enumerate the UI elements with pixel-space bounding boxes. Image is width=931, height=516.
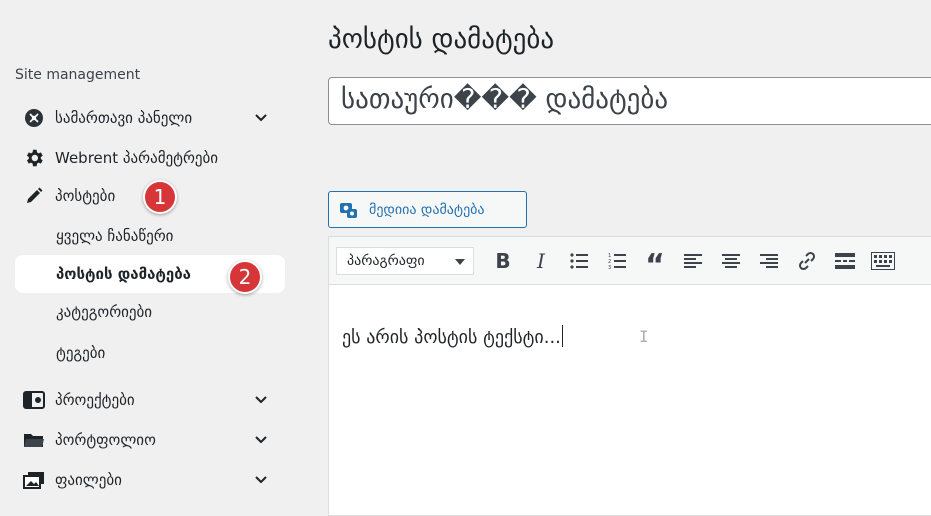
folder-icon xyxy=(23,429,45,451)
sidebar-item-portfolio[interactable]: პორტფოლიო xyxy=(15,421,285,459)
text-caret xyxy=(561,325,563,347)
format-select[interactable]: პარაგრაფი xyxy=(336,246,474,275)
keyboard-icon[interactable] xyxy=(866,244,900,278)
sidebar-item-label: პროექტები xyxy=(55,391,135,409)
chevron-down-icon[interactable] xyxy=(251,108,271,128)
step-badge-1: 1 xyxy=(143,180,177,214)
sidebar-item-projects[interactable]: პროექტები xyxy=(15,381,285,419)
align-right-icon[interactable] xyxy=(752,244,786,278)
editor-content[interactable]: ეს არის პოსტის ტექსტი... xyxy=(342,325,563,348)
editor-toolbar: პარაგრაფი B I 123 “ xyxy=(329,237,931,285)
bullet-list-icon[interactable] xyxy=(562,244,596,278)
sidebar-item-label: ფაილები xyxy=(55,471,122,489)
sidebar-subitem-tags[interactable]: ტეგები xyxy=(15,334,285,372)
main-content: პოსტის დამატება სათაური��� დამატება მედი… xyxy=(300,0,931,516)
pencil-icon xyxy=(23,185,45,207)
sidebar: Site management სამართავი პანელი Webrent… xyxy=(0,0,300,501)
sidebar-item-dashboard[interactable]: სამართავი პანელი xyxy=(15,99,285,137)
editor-text: ეს არის პოსტის ტექსტი... xyxy=(342,327,561,348)
align-center-icon[interactable] xyxy=(714,244,748,278)
add-media-button[interactable]: მედიია დამატება xyxy=(328,191,527,228)
gear-icon xyxy=(23,147,45,169)
sidebar-heading: Site management xyxy=(15,67,141,83)
sidebar-item-webrent-settings[interactable]: Webrent პარამეტრები xyxy=(15,139,285,177)
projects-icon xyxy=(23,389,45,411)
blockquote-icon[interactable]: “ xyxy=(638,244,672,283)
sidebar-item-media[interactable]: ფაილები xyxy=(15,461,285,499)
format-select-value: პარაგრაფი xyxy=(347,252,425,269)
page-title: პოსტის დამატება xyxy=(328,24,555,55)
chevron-down-icon[interactable] xyxy=(251,470,271,490)
dashboard-icon xyxy=(23,107,45,129)
add-media-icon xyxy=(339,199,361,221)
svg-text:3: 3 xyxy=(608,265,611,270)
sidebar-item-label: სამართავი პანელი xyxy=(55,109,193,127)
step-badge-2: 2 xyxy=(228,260,262,294)
sidebar-subitem-all-posts[interactable]: ყველა ჩანაწერი xyxy=(15,217,285,255)
sidebar-item-label: პორტფოლიო xyxy=(55,431,156,449)
align-left-icon[interactable] xyxy=(676,244,710,278)
sidebar-item-label: Webrent პარამეტრები xyxy=(55,149,219,167)
caret-down-icon xyxy=(455,253,465,269)
media-icon xyxy=(23,469,45,491)
post-title-input[interactable]: სათაური��� დამატება xyxy=(328,77,931,125)
sidebar-subitem-categories[interactable]: კატეგორიები xyxy=(15,293,285,331)
add-media-label: მედიია დამატება xyxy=(369,201,485,218)
read-more-icon[interactable] xyxy=(828,244,862,278)
text-cursor-icon: I xyxy=(639,327,649,346)
chevron-down-icon[interactable] xyxy=(251,390,271,410)
chevron-down-icon[interactable] xyxy=(251,430,271,450)
italic-icon[interactable]: I xyxy=(524,244,558,278)
numbered-list-icon[interactable]: 123 xyxy=(600,244,634,278)
link-icon[interactable] xyxy=(790,244,824,278)
post-editor[interactable]: პარაგრაფი B I 123 “ ეს არის პოსტის ტექსტ… xyxy=(328,236,931,516)
bold-icon[interactable]: B xyxy=(486,244,520,278)
